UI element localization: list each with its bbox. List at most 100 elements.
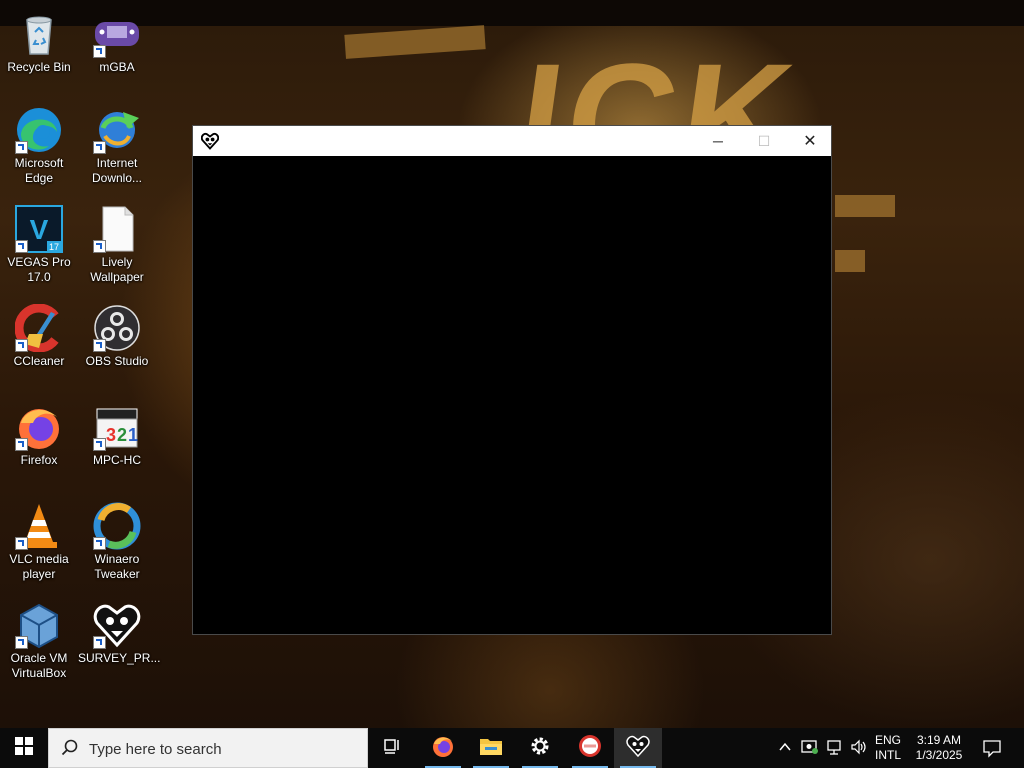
file-explorer-icon bbox=[479, 735, 503, 762]
clock-time: 3:19 AM bbox=[916, 733, 962, 747]
desktop-icon-label: SURVEY_PR... bbox=[78, 651, 161, 665]
desktop-icon-label: VEGAS Pro 17.0 bbox=[7, 255, 71, 284]
desktop-icon-virtualbox[interactable]: Oracle VM VirtualBox bbox=[0, 595, 78, 687]
maximize-icon: ☐ bbox=[757, 132, 771, 149]
close-button[interactable]: ✕ bbox=[787, 126, 833, 156]
desktop-icon-ccleaner[interactable]: CCleaner bbox=[0, 298, 78, 390]
taskbar-firefox[interactable] bbox=[419, 728, 467, 768]
taskbar-survey-app[interactable] bbox=[566, 728, 614, 768]
desktop-icon-vegas[interactable]: V 17 VEGAS Pro 17.0 bbox=[0, 199, 78, 291]
desktop-icon-label: CCleaner bbox=[13, 354, 65, 368]
window-titlebar[interactable]: ─ ☐ ✕ bbox=[193, 126, 831, 156]
desktop-icon-label: Internet Downlo... bbox=[91, 156, 143, 185]
desktop-icon-vlc[interactable]: VLC media player bbox=[0, 496, 78, 588]
minimize-button[interactable]: ─ bbox=[695, 126, 741, 156]
desktop-icon-label: Winaero Tweaker bbox=[94, 552, 140, 581]
shortcut-arrow-icon bbox=[15, 339, 28, 352]
document-icon bbox=[93, 205, 141, 253]
network-icon[interactable] bbox=[826, 739, 844, 760]
winaero-tweaker-icon bbox=[93, 502, 141, 550]
search-placeholder: Type here to search bbox=[89, 741, 222, 758]
desktop-icon-label: Microsoft Edge bbox=[14, 156, 64, 185]
desktop-icon-label: mGBA bbox=[99, 60, 135, 74]
windows-logo-icon bbox=[15, 736, 33, 760]
firefox-icon bbox=[15, 403, 63, 451]
desktop-icon-idm[interactable]: Internet Downlo... bbox=[78, 100, 156, 192]
close-icon: ✕ bbox=[803, 133, 817, 150]
svg-text:17: 17 bbox=[49, 242, 59, 252]
edge-icon bbox=[15, 106, 63, 154]
language-code: ENG bbox=[874, 733, 901, 747]
shortcut-arrow-icon bbox=[93, 45, 106, 58]
desktop-icon-label: Oracle VM VirtualBox bbox=[10, 651, 68, 680]
desktop-icon-mgba[interactable]: mGBA bbox=[78, 4, 156, 96]
taskbar: Type here to search ENG INTL 3:19 AM 1/3… bbox=[0, 728, 1024, 768]
shortcut-arrow-icon bbox=[93, 438, 106, 451]
desktop-icon-survey[interactable]: SURVEY_PR... bbox=[78, 595, 161, 687]
clock[interactable]: 3:19 AM 1/3/2025 bbox=[908, 733, 970, 763]
security-tray-icon[interactable] bbox=[801, 739, 819, 760]
desktop-icon-recycle-bin[interactable]: Recycle Bin bbox=[0, 4, 78, 96]
ccleaner-icon bbox=[14, 303, 63, 353]
shortcut-arrow-icon bbox=[93, 141, 106, 154]
wallpaper-shape bbox=[835, 250, 865, 272]
shortcut-arrow-icon bbox=[15, 141, 28, 154]
desktop-icon-label: Recycle Bin bbox=[7, 60, 71, 74]
search-icon bbox=[61, 739, 79, 762]
keyboard-layout: INTL bbox=[874, 748, 901, 762]
task-view-icon bbox=[382, 737, 402, 760]
window-content[interactable] bbox=[193, 156, 831, 634]
firefox-icon bbox=[431, 734, 455, 763]
shortcut-arrow-icon bbox=[15, 438, 28, 451]
desktop-icon-lively[interactable]: Lively Wallpaper bbox=[78, 199, 156, 291]
svg-text:1: 1 bbox=[128, 425, 138, 445]
desktop-icon-label: Firefox bbox=[20, 453, 58, 467]
shortcut-arrow-icon bbox=[93, 636, 106, 649]
shortcut-arrow-icon bbox=[93, 339, 106, 352]
heart-skull-icon bbox=[626, 734, 650, 763]
heart-skull-icon bbox=[93, 601, 141, 649]
shortcut-arrow-icon bbox=[93, 240, 106, 253]
taskbar-search-box[interactable]: Type here to search bbox=[48, 728, 368, 768]
action-center-notification-icon[interactable] bbox=[982, 738, 1002, 763]
desktop-icon-winaero[interactable]: Winaero Tweaker bbox=[78, 496, 156, 588]
volume-icon[interactable] bbox=[850, 739, 868, 760]
svg-text:2: 2 bbox=[117, 425, 127, 445]
wallpaper-shape bbox=[344, 25, 486, 59]
heart-skull-icon bbox=[200, 132, 220, 150]
desktop-icon-label: MPC-HC bbox=[93, 453, 141, 467]
minimize-icon: ─ bbox=[713, 133, 723, 149]
shortcut-arrow-icon bbox=[93, 537, 106, 550]
taskbar-heart-skull-app[interactable] bbox=[614, 728, 662, 768]
taskbar-file-explorer[interactable] bbox=[467, 728, 515, 768]
shortcut-arrow-icon bbox=[15, 636, 28, 649]
mpc-hc-icon: 3 2 1 bbox=[93, 403, 141, 451]
start-button[interactable] bbox=[0, 728, 48, 768]
show-hidden-icons-chevron-up-icon[interactable] bbox=[778, 740, 792, 759]
task-view-button[interactable] bbox=[368, 728, 416, 768]
desktop-icon-edge[interactable]: Microsoft Edge bbox=[0, 100, 78, 192]
settings-icon bbox=[529, 735, 551, 762]
desktop-icon-mpc-hc[interactable]: 3 2 1 MPC-HC bbox=[78, 397, 156, 489]
svg-text:3: 3 bbox=[106, 425, 116, 445]
survey-app-icon bbox=[578, 734, 602, 763]
svg-text:V: V bbox=[30, 214, 49, 245]
desktop-icon-label: VLC media player bbox=[9, 552, 69, 581]
mgba-icon bbox=[93, 10, 141, 58]
maximize-button[interactable]: ☐ bbox=[741, 126, 787, 156]
desktop-icon-firefox[interactable]: Firefox bbox=[0, 397, 78, 489]
taskbar-settings[interactable] bbox=[516, 728, 564, 768]
clock-date: 1/3/2025 bbox=[915, 748, 963, 762]
shortcut-arrow-icon bbox=[15, 240, 28, 253]
virtualbox-icon bbox=[15, 601, 63, 649]
input-language-indicator[interactable]: ENG INTL bbox=[872, 733, 904, 763]
recycle-bin-icon bbox=[15, 10, 63, 58]
obs-studio-icon bbox=[93, 304, 141, 352]
app-window[interactable]: ─ ☐ ✕ bbox=[192, 125, 832, 635]
vlc-icon bbox=[15, 502, 63, 550]
desktop-icon-obs[interactable]: OBS Studio bbox=[78, 298, 156, 390]
vegas-pro-icon: V 17 bbox=[15, 205, 63, 253]
desktop-icon-label: OBS Studio bbox=[85, 354, 149, 368]
desktop-icon-label: Lively Wallpaper bbox=[90, 255, 144, 284]
shortcut-arrow-icon bbox=[15, 537, 28, 550]
